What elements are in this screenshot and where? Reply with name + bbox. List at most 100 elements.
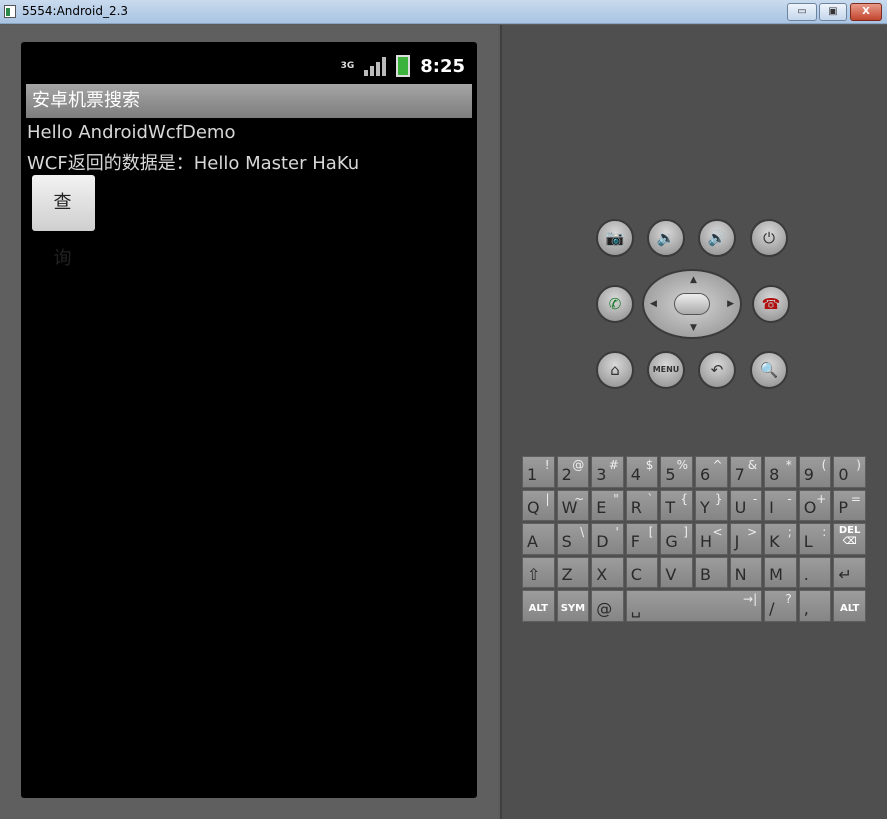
key-alt-label: →| [743,592,758,607]
key[interactable]: B [694,556,728,589]
key-main-label: C [630,565,642,585]
key[interactable]: 2 @ [556,456,590,488]
dpad[interactable]: ▲ ▼ ◀ ▶ [642,269,742,339]
key-main-label: N [734,565,747,585]
minimize-button[interactable]: ▭ [787,3,817,21]
call-button[interactable]: ✆ [596,285,634,323]
key[interactable]: G] [660,523,693,555]
key[interactable]: D ' [591,523,624,555]
key-main-label: 7 [734,464,745,484]
key-main-label: F [630,531,640,551]
key[interactable]: X [591,556,624,589]
volume-up-button[interactable]: 🔊 [698,219,736,257]
hello-text: Hello AndroidWcfDemo [27,122,236,143]
end-call-button[interactable]: ☎ [752,285,790,323]
key-alt-label: { [680,491,688,506]
key[interactable]: Y} [694,489,728,522]
key[interactable]: ↵ [833,556,866,589]
device-screen[interactable]: 3G 8:25 安卓机票搜索 Hello AndroidWcfDemo WCF返… [21,42,477,798]
key[interactable]: U- [729,489,763,522]
key-main-label: G [665,531,678,551]
key-main-label: J [734,531,740,551]
key[interactable]: Q | [522,489,555,522]
key[interactable]: DEL ⌫ [833,523,866,555]
home-button[interactable]: ⌂ [596,351,634,389]
key[interactable]: 6 ^ [694,456,728,488]
key-main-label: D [596,531,609,551]
key-alt-label: ) [856,458,861,472]
dpad-down-icon[interactable]: ▼ [690,323,697,333]
key-main-label: S [561,531,572,551]
key[interactable]: S \ [556,523,590,555]
key[interactable]: 3 # [591,456,624,488]
key[interactable]: 0) [833,456,866,488]
key[interactable]: ALT [522,590,555,622]
key[interactable]: M [764,556,797,589]
search-button[interactable]: 🔍 [750,351,788,389]
key[interactable]: C [625,556,659,589]
key[interactable]: F[ [625,523,659,555]
back-button[interactable]: ↶ [698,351,736,389]
key-alt-label: < [712,525,723,540]
key[interactable]: , [798,590,832,622]
key[interactable]: L: [798,523,832,555]
query-button[interactable]: 查 询 [32,175,95,269]
key[interactable]: K; [764,523,797,555]
key-special-label: ALT [528,602,548,614]
key[interactable]: W ~ [556,489,590,522]
key-main-label: M [769,565,783,585]
key[interactable]: I- [764,489,797,522]
key-alt-label: \ [580,525,585,540]
key[interactable]: O + [798,489,832,522]
key-alt-label: @ [572,458,585,472]
key[interactable]: SYM [556,590,590,622]
key-main-label: O [803,498,817,518]
key[interactable]: P = [833,489,866,522]
key-main-label: H [699,531,712,551]
restore-button[interactable]: ▣ [819,3,847,21]
dpad-left-icon[interactable]: ◀ [650,299,657,309]
key-special-label: DEL ⌫ [838,524,861,547]
key[interactable]: . [798,556,832,589]
dpad-right-icon[interactable]: ▶ [727,299,734,309]
key[interactable]: 4 $ [625,456,659,488]
network-3g-icon: 3G [340,60,355,71]
key[interactable]: 5% [660,456,693,488]
key[interactable]: E " [591,489,624,522]
key[interactable]: A [522,523,555,555]
key[interactable]: Z [556,556,590,589]
dpad-center-button[interactable] [674,293,710,315]
key-main-label: ␣ [630,598,641,618]
key[interactable]: ⇧ [522,556,555,589]
key[interactable]: R ` [625,489,659,522]
camera-button[interactable]: 📷 [596,219,634,257]
key-alt-label: % [676,458,688,472]
power-button[interactable]: ⏻ [750,219,788,257]
key[interactable]: 1! [522,456,555,488]
key[interactable]: N [729,556,763,589]
key[interactable]: T{ [660,489,693,522]
key[interactable]: ␣ →| [625,590,763,622]
key[interactable]: 7 & [729,456,763,488]
key-main-label: 8 [769,464,780,484]
key-alt-label: $ [645,458,654,472]
close-button[interactable]: X [850,3,882,21]
key[interactable]: V [660,556,693,589]
key[interactable]: 8 * [764,456,797,488]
key-special-label: ALT [840,602,860,614]
key-alt-label: & [747,458,758,472]
key-alt-label: ? [785,592,792,607]
key[interactable]: J > [729,523,763,555]
key-main-label: 5 [665,464,676,484]
key[interactable]: H < [694,523,728,555]
volume-down-button[interactable]: 🔉 [647,219,685,257]
key-main-label: Z [561,565,573,585]
key[interactable]: @ [591,590,624,622]
key[interactable]: ALT [833,590,866,622]
dpad-up-icon[interactable]: ▲ [690,275,697,285]
menu-button[interactable]: MENU [647,351,685,389]
key-main-label: V [665,565,677,585]
key-alt-label: ' [615,525,619,540]
key[interactable]: /? [764,590,797,622]
key[interactable]: 9( [798,456,832,488]
